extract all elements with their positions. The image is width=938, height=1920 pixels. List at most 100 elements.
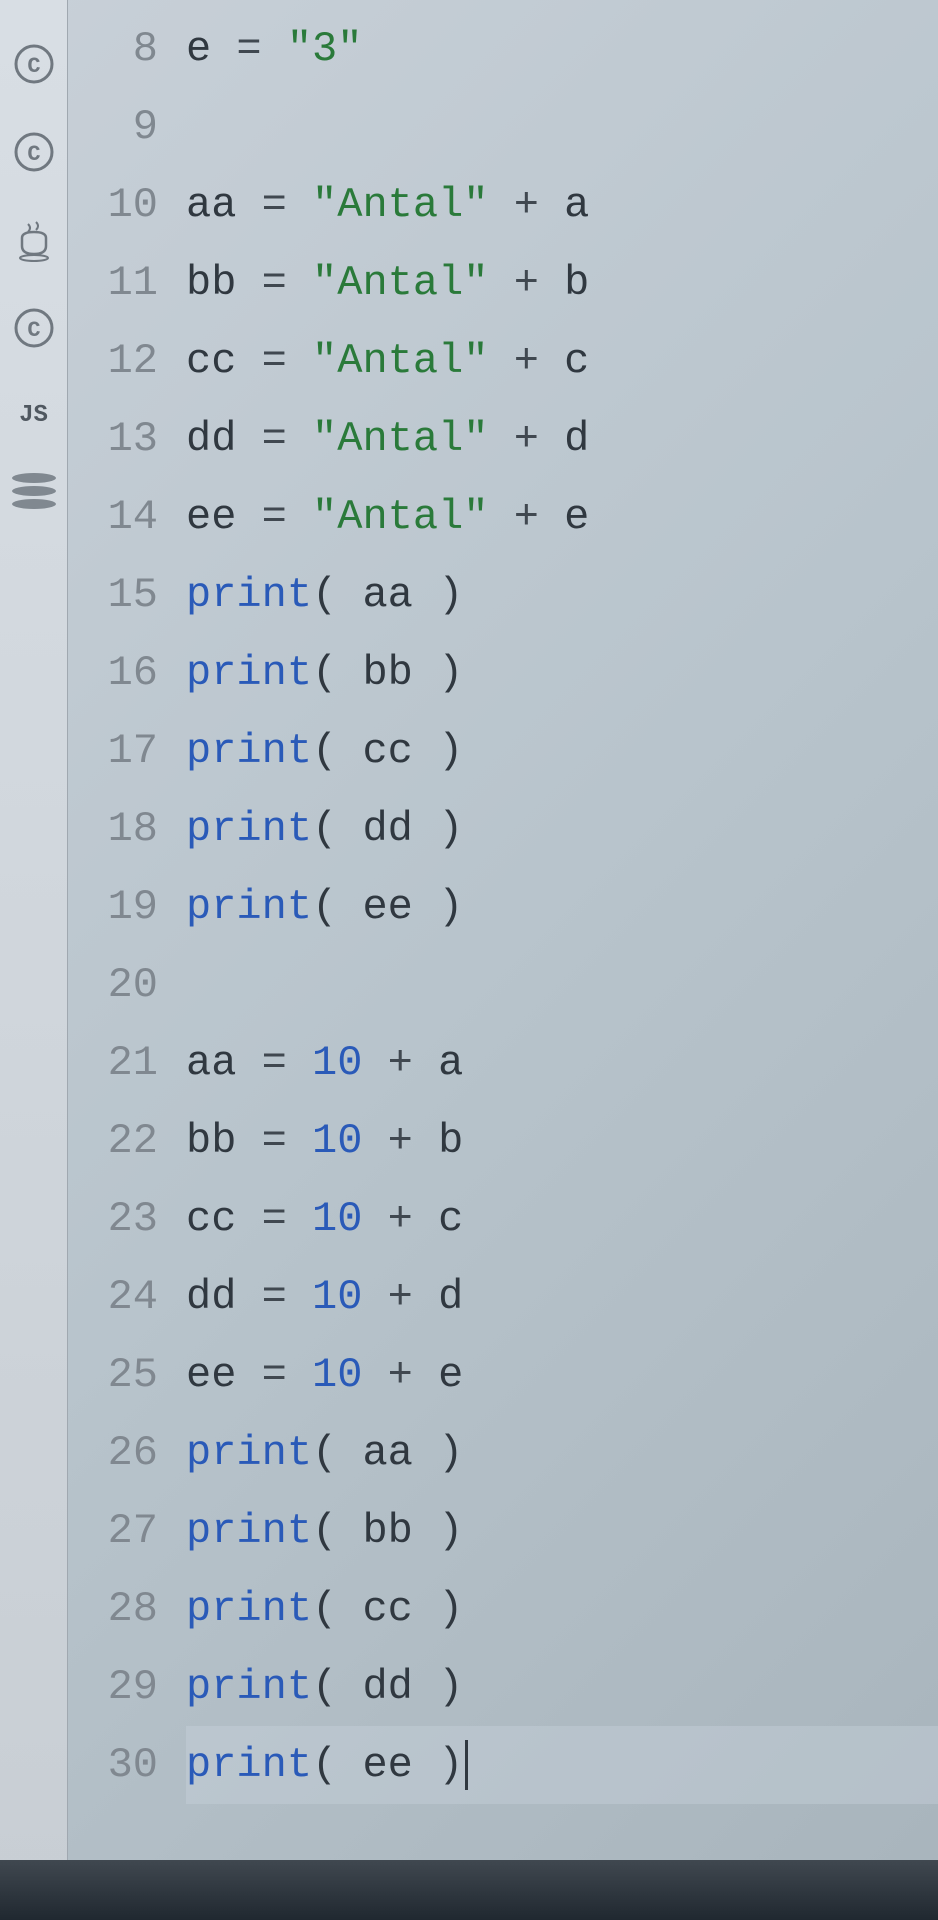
- code-token-number: 10: [312, 1273, 362, 1321]
- line-number: 19: [68, 868, 158, 946]
- code-token-ident: ee: [362, 1741, 412, 1789]
- csharp-icon[interactable]: C: [10, 128, 58, 176]
- code-line[interactable]: print( ee ): [186, 868, 938, 946]
- code-token-ident: ee: [362, 883, 412, 931]
- code-text-area[interactable]: e = "3"aa = "Antal" + abb = "Antal" + bc…: [178, 0, 938, 1920]
- code-line[interactable]: print( cc ): [186, 1570, 938, 1648]
- code-line[interactable]: print( bb ): [186, 634, 938, 712]
- code-token-ident: a: [438, 1039, 463, 1087]
- svg-text:C: C: [27, 318, 40, 343]
- code-token-paren: (: [312, 1741, 362, 1789]
- code-token-ident: aa: [186, 1039, 262, 1087]
- js-label[interactable]: JS: [19, 402, 48, 429]
- code-token-op: =: [262, 259, 312, 307]
- code-token-func: print: [186, 1741, 312, 1789]
- line-number: 15: [68, 556, 158, 634]
- code-token-ident: aa: [362, 571, 412, 619]
- code-line[interactable]: print( ee ): [186, 1726, 938, 1804]
- line-number: 30: [68, 1726, 158, 1804]
- code-token-ident: cc: [362, 727, 412, 775]
- code-token-op: +: [488, 493, 564, 541]
- code-token-func: print: [186, 649, 312, 697]
- code-token-paren: ): [413, 1429, 463, 1477]
- code-token-op: =: [262, 415, 312, 463]
- code-token-string: "Antal": [312, 415, 488, 463]
- c-lang-icon[interactable]: C: [10, 40, 58, 88]
- line-number: 12: [68, 322, 158, 400]
- code-token-func: print: [186, 883, 312, 931]
- line-number: 27: [68, 1492, 158, 1570]
- code-token-op: =: [262, 1039, 312, 1087]
- code-token-paren: ): [413, 883, 463, 931]
- code-token-ident: dd: [186, 1273, 262, 1321]
- code-token-paren: (: [312, 649, 362, 697]
- code-token-ident: cc: [186, 1195, 262, 1243]
- code-token-func: print: [186, 571, 312, 619]
- code-line[interactable]: print( cc ): [186, 712, 938, 790]
- code-token-op: +: [362, 1039, 438, 1087]
- code-token-paren: (: [312, 883, 362, 931]
- code-token-paren: ): [413, 1585, 463, 1633]
- text-cursor: [465, 1740, 468, 1790]
- code-token-ident: bb: [362, 1507, 412, 1555]
- java-icon[interactable]: [10, 216, 58, 264]
- code-token-string: "Antal": [312, 181, 488, 229]
- line-number: 8: [68, 10, 158, 88]
- database-icon[interactable]: [12, 469, 56, 513]
- code-token-paren: ): [413, 727, 463, 775]
- code-line[interactable]: print( aa ): [186, 556, 938, 634]
- code-token-func: print: [186, 1663, 312, 1711]
- line-number: 17: [68, 712, 158, 790]
- code-line[interactable]: dd = 10 + d: [186, 1258, 938, 1336]
- code-token-string: "3": [287, 25, 363, 73]
- line-number: 20: [68, 946, 158, 1024]
- code-token-string: "Antal": [312, 259, 488, 307]
- code-line[interactable]: cc = 10 + c: [186, 1180, 938, 1258]
- code-token-op: +: [362, 1195, 438, 1243]
- code-token-paren: ): [413, 571, 463, 619]
- code-token-op: +: [488, 181, 564, 229]
- code-line[interactable]: aa = "Antal" + a: [186, 166, 938, 244]
- code-token-ident: dd: [362, 1663, 412, 1711]
- code-line[interactable]: [186, 88, 938, 166]
- code-line[interactable]: ee = "Antal" + e: [186, 478, 938, 556]
- code-line[interactable]: print( dd ): [186, 1648, 938, 1726]
- code-token-paren: (: [312, 1663, 362, 1711]
- code-editor[interactable]: 8910111213141516171819202122232425262728…: [68, 0, 938, 1920]
- code-token-paren: (: [312, 1585, 362, 1633]
- line-number: 22: [68, 1102, 158, 1180]
- code-token-op: +: [488, 415, 564, 463]
- code-token-paren: ): [413, 805, 463, 853]
- code-line[interactable]: ee = 10 + e: [186, 1336, 938, 1414]
- code-token-op: =: [262, 1273, 312, 1321]
- code-line[interactable]: cc = "Antal" + c: [186, 322, 938, 400]
- code-token-ident: d: [564, 415, 589, 463]
- code-token-ident: dd: [362, 805, 412, 853]
- code-token-paren: (: [312, 805, 362, 853]
- code-token-ident: e: [186, 25, 236, 73]
- code-token-paren: ): [413, 1741, 463, 1789]
- code-token-ident: c: [564, 337, 589, 385]
- code-line[interactable]: bb = "Antal" + b: [186, 244, 938, 322]
- code-token-paren: ): [413, 1507, 463, 1555]
- code-token-ident: ee: [186, 493, 262, 541]
- code-line[interactable]: print( bb ): [186, 1492, 938, 1570]
- code-line[interactable]: bb = 10 + b: [186, 1102, 938, 1180]
- code-line[interactable]: aa = 10 + a: [186, 1024, 938, 1102]
- code-token-ident: cc: [362, 1585, 412, 1633]
- code-token-func: print: [186, 1429, 312, 1477]
- code-token-number: 10: [312, 1351, 362, 1399]
- code-line[interactable]: [186, 946, 938, 1024]
- code-token-ident: e: [438, 1351, 463, 1399]
- cpp-icon[interactable]: C: [10, 304, 58, 352]
- code-token-paren: (: [312, 1507, 362, 1555]
- code-token-op: +: [488, 337, 564, 385]
- code-line[interactable]: print( aa ): [186, 1414, 938, 1492]
- code-token-paren: (: [312, 727, 362, 775]
- line-number: 24: [68, 1258, 158, 1336]
- code-token-ident: aa: [362, 1429, 412, 1477]
- code-line[interactable]: dd = "Antal" + d: [186, 400, 938, 478]
- code-line[interactable]: print( dd ): [186, 790, 938, 868]
- line-number: 23: [68, 1180, 158, 1258]
- code-line[interactable]: e = "3": [186, 10, 938, 88]
